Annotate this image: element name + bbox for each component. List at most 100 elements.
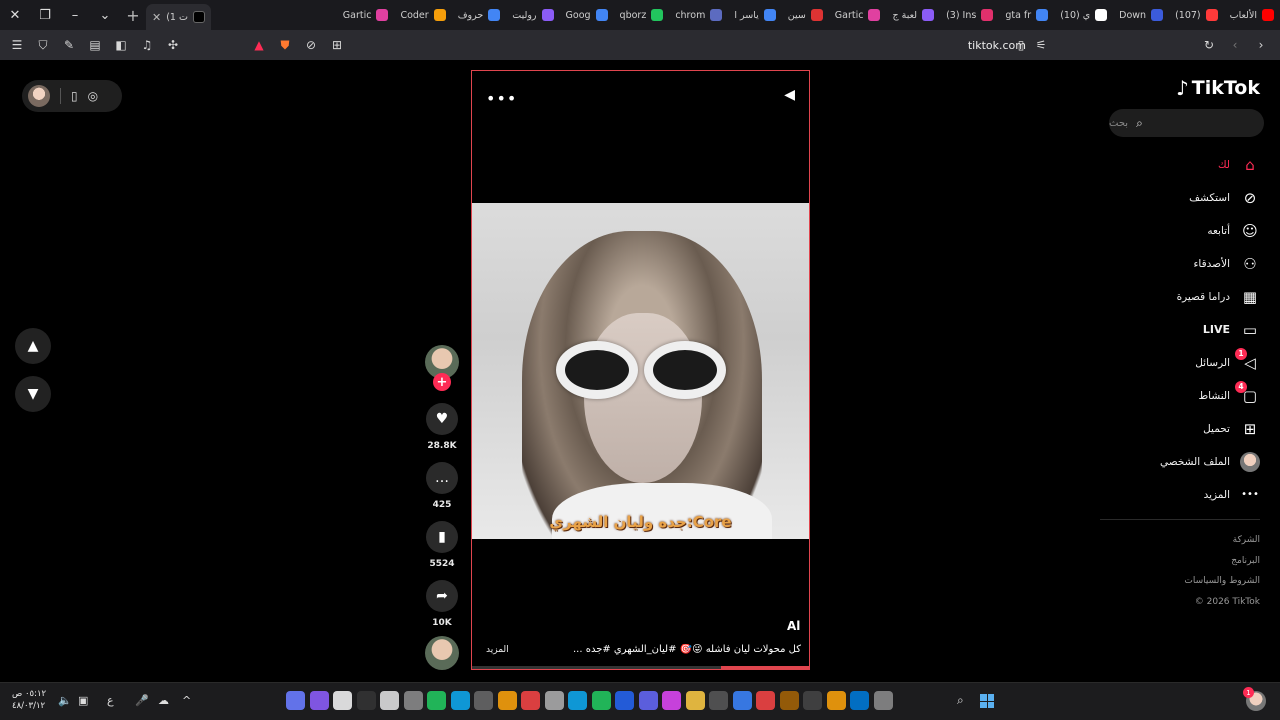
close-tab-icon[interactable]: ✕ <box>152 11 161 24</box>
translate-icon[interactable]: ⊞ <box>326 34 348 56</box>
taskbar-app-icon[interactable] <box>521 691 540 710</box>
taskbar-app-icon[interactable] <box>685 691 705 710</box>
tab[interactable]: chrom <box>669 0 728 30</box>
restore-window-icon[interactable]: ❐ <box>30 0 60 30</box>
video-author[interactable]: Al <box>787 619 800 633</box>
tab[interactable]: (107) <box>1169 0 1224 30</box>
sidebar-item-activity[interactable]: النشاط ▢ 4 <box>1100 379 1260 412</box>
comment-button[interactable]: … <box>426 462 458 494</box>
taskbar-app-icon[interactable] <box>615 691 634 710</box>
music-disc-avatar[interactable] <box>425 636 459 670</box>
close-window-icon[interactable]: ✕ <box>0 0 30 30</box>
taskbar-app-icon[interactable] <box>591 691 611 710</box>
search-icon[interactable]: ⌕ <box>957 693 964 708</box>
tab[interactable]: حروف <box>452 0 507 30</box>
taskbar-app-icon[interactable] <box>826 691 846 710</box>
sidebar-item-live[interactable]: LIVE ▭ <box>1100 313 1260 346</box>
taskbar-app-icon[interactable] <box>309 691 329 710</box>
screenshot-icon[interactable]: ⊘ <box>300 34 322 56</box>
sidebar-icon[interactable]: ◧ <box>110 34 132 56</box>
network-icon[interactable]: ☁ <box>158 694 169 707</box>
taskbar-app-icon[interactable] <box>662 691 681 710</box>
sidebar-item-following[interactable]: أتابعه ☺ <box>1100 214 1260 247</box>
taskbar-app-icon[interactable] <box>286 691 305 710</box>
video-frame[interactable]: جده وليان الشهري:Core <box>472 203 809 539</box>
tab[interactable]: الألعاب <box>1224 0 1280 30</box>
tab-active[interactable]: ✕ (1 ت <box>146 4 211 30</box>
tiktok-logo[interactable]: ♪ TikTok <box>1176 76 1260 100</box>
sidebar-item-friends[interactable]: الأصدقاء ⚇ <box>1100 247 1260 280</box>
taskbar-app-icon[interactable] <box>732 691 752 710</box>
taskbar-app-icon[interactable] <box>779 691 799 710</box>
bookmark-icon[interactable]: ▯ <box>1010 34 1032 56</box>
clock[interactable]: ٠٥:١٢ ص ٤٨/٠٣/١٢ <box>12 688 46 712</box>
next-video-button[interactable]: ▼ <box>15 376 51 412</box>
see-more-link[interactable]: المزيد <box>486 645 509 655</box>
tab[interactable]: gta fr <box>999 0 1054 30</box>
tab-list-chevron-icon[interactable]: ⌄ <box>90 0 120 30</box>
share-button[interactable]: ➦ <box>426 580 458 612</box>
like-button[interactable]: ♥ <box>426 403 458 435</box>
sidebar-item-upload[interactable]: تحميل ⊞ <box>1100 412 1260 445</box>
search-input[interactable]: ⌕ بحث <box>1109 109 1264 137</box>
sidebar-item-messages[interactable]: الرسائل ◁ 1 <box>1100 346 1260 379</box>
tray-overflow-icon[interactable]: ^ <box>182 694 191 707</box>
start-icon[interactable] <box>980 694 994 708</box>
forward-icon[interactable]: › <box>1250 34 1272 56</box>
tab[interactable]: لعبة ج <box>886 0 940 30</box>
sidebar-item-home[interactable]: لك ⌂ <box>1100 148 1260 181</box>
volume-icon[interactable]: ◀ <box>784 87 795 103</box>
more-options-icon[interactable]: ••• <box>486 89 517 108</box>
display-icon[interactable]: ▣ <box>78 694 88 707</box>
warning-icon[interactable]: ▲ <box>248 34 270 56</box>
taskbar-app-icon[interactable] <box>427 691 446 710</box>
footer-link[interactable]: © 2026 TikTok <box>1100 592 1260 613</box>
taskbar-app-icon[interactable] <box>474 691 493 710</box>
menu-icon[interactable]: ☰ <box>6 34 28 56</box>
tab[interactable]: سين <box>782 0 829 30</box>
taskbar-app-icon[interactable] <box>380 691 399 710</box>
tab[interactable]: Coder <box>394 0 451 30</box>
brave-shield-icon[interactable]: ⛊ <box>274 34 296 56</box>
tab[interactable]: Goog <box>560 0 614 30</box>
tab[interactable]: (3) Ins <box>940 0 999 30</box>
back-icon[interactable]: ‹ <box>1224 34 1246 56</box>
follow-plus-icon[interactable]: + <box>433 373 451 391</box>
reload-icon[interactable]: ↻ <box>1198 34 1220 56</box>
previous-video-button[interactable]: ▲ <box>15 328 51 364</box>
shield-icon[interactable]: ⛉ <box>32 34 54 56</box>
taskbar-app-icon[interactable] <box>850 691 869 710</box>
video-progress-bar[interactable] <box>472 666 809 669</box>
address-bar[interactable]: ▲ ⛊ ⊘ ⊞ tiktok.com ⚟ <box>246 30 1086 60</box>
taskbar-app-icon[interactable] <box>333 691 352 710</box>
taskbar-app-icon[interactable] <box>544 691 564 710</box>
save-button[interactable]: ▮ <box>426 521 458 553</box>
taskbar-app-icon[interactable] <box>873 691 893 710</box>
video-player[interactable]: ••• ◀ جده وليان الشهري:Core Al كل محولات… <box>471 70 810 670</box>
taskbar-app-icon[interactable] <box>497 691 517 710</box>
taskbar-app-icon[interactable] <box>568 691 587 710</box>
tab[interactable]: روليت <box>506 0 559 30</box>
compass-icon[interactable]: ◎ <box>88 89 98 103</box>
music-icon[interactable]: ♫ <box>136 34 158 56</box>
search-icon[interactable]: ⌕ <box>1136 116 1143 131</box>
tab[interactable]: Gartic <box>337 0 395 30</box>
tab[interactable]: qborz <box>614 0 670 30</box>
sidebar-item-compass[interactable]: استكشف ⊘ <box>1100 181 1260 214</box>
minimize-window-icon[interactable]: – <box>60 0 90 30</box>
taskbar-app-icon[interactable] <box>450 691 470 710</box>
phone-icon[interactable]: ▯ <box>71 89 78 103</box>
extension-icon[interactable]: ✎ <box>58 34 80 56</box>
taskbar-app-icon[interactable] <box>403 691 423 710</box>
sidebar-item-film[interactable]: دراما قصيرة ▦ <box>1100 280 1260 313</box>
taskbar-app-icon[interactable] <box>356 691 376 710</box>
microphone-icon[interactable]: 🎤 <box>135 694 149 707</box>
tab[interactable]: ياسر ا <box>728 0 781 30</box>
speaker-icon[interactable]: 🔈 <box>58 694 72 707</box>
footer-link[interactable]: الشركة <box>1100 530 1260 551</box>
sidebar-item-more[interactable]: المزيد ••• <box>1100 478 1260 511</box>
taskbar-app-icon[interactable] <box>803 691 822 710</box>
reader-icon[interactable]: ▤ <box>84 34 106 56</box>
footer-link[interactable]: البرنامج <box>1100 551 1260 572</box>
puzzle-icon[interactable]: ✣ <box>162 34 184 56</box>
